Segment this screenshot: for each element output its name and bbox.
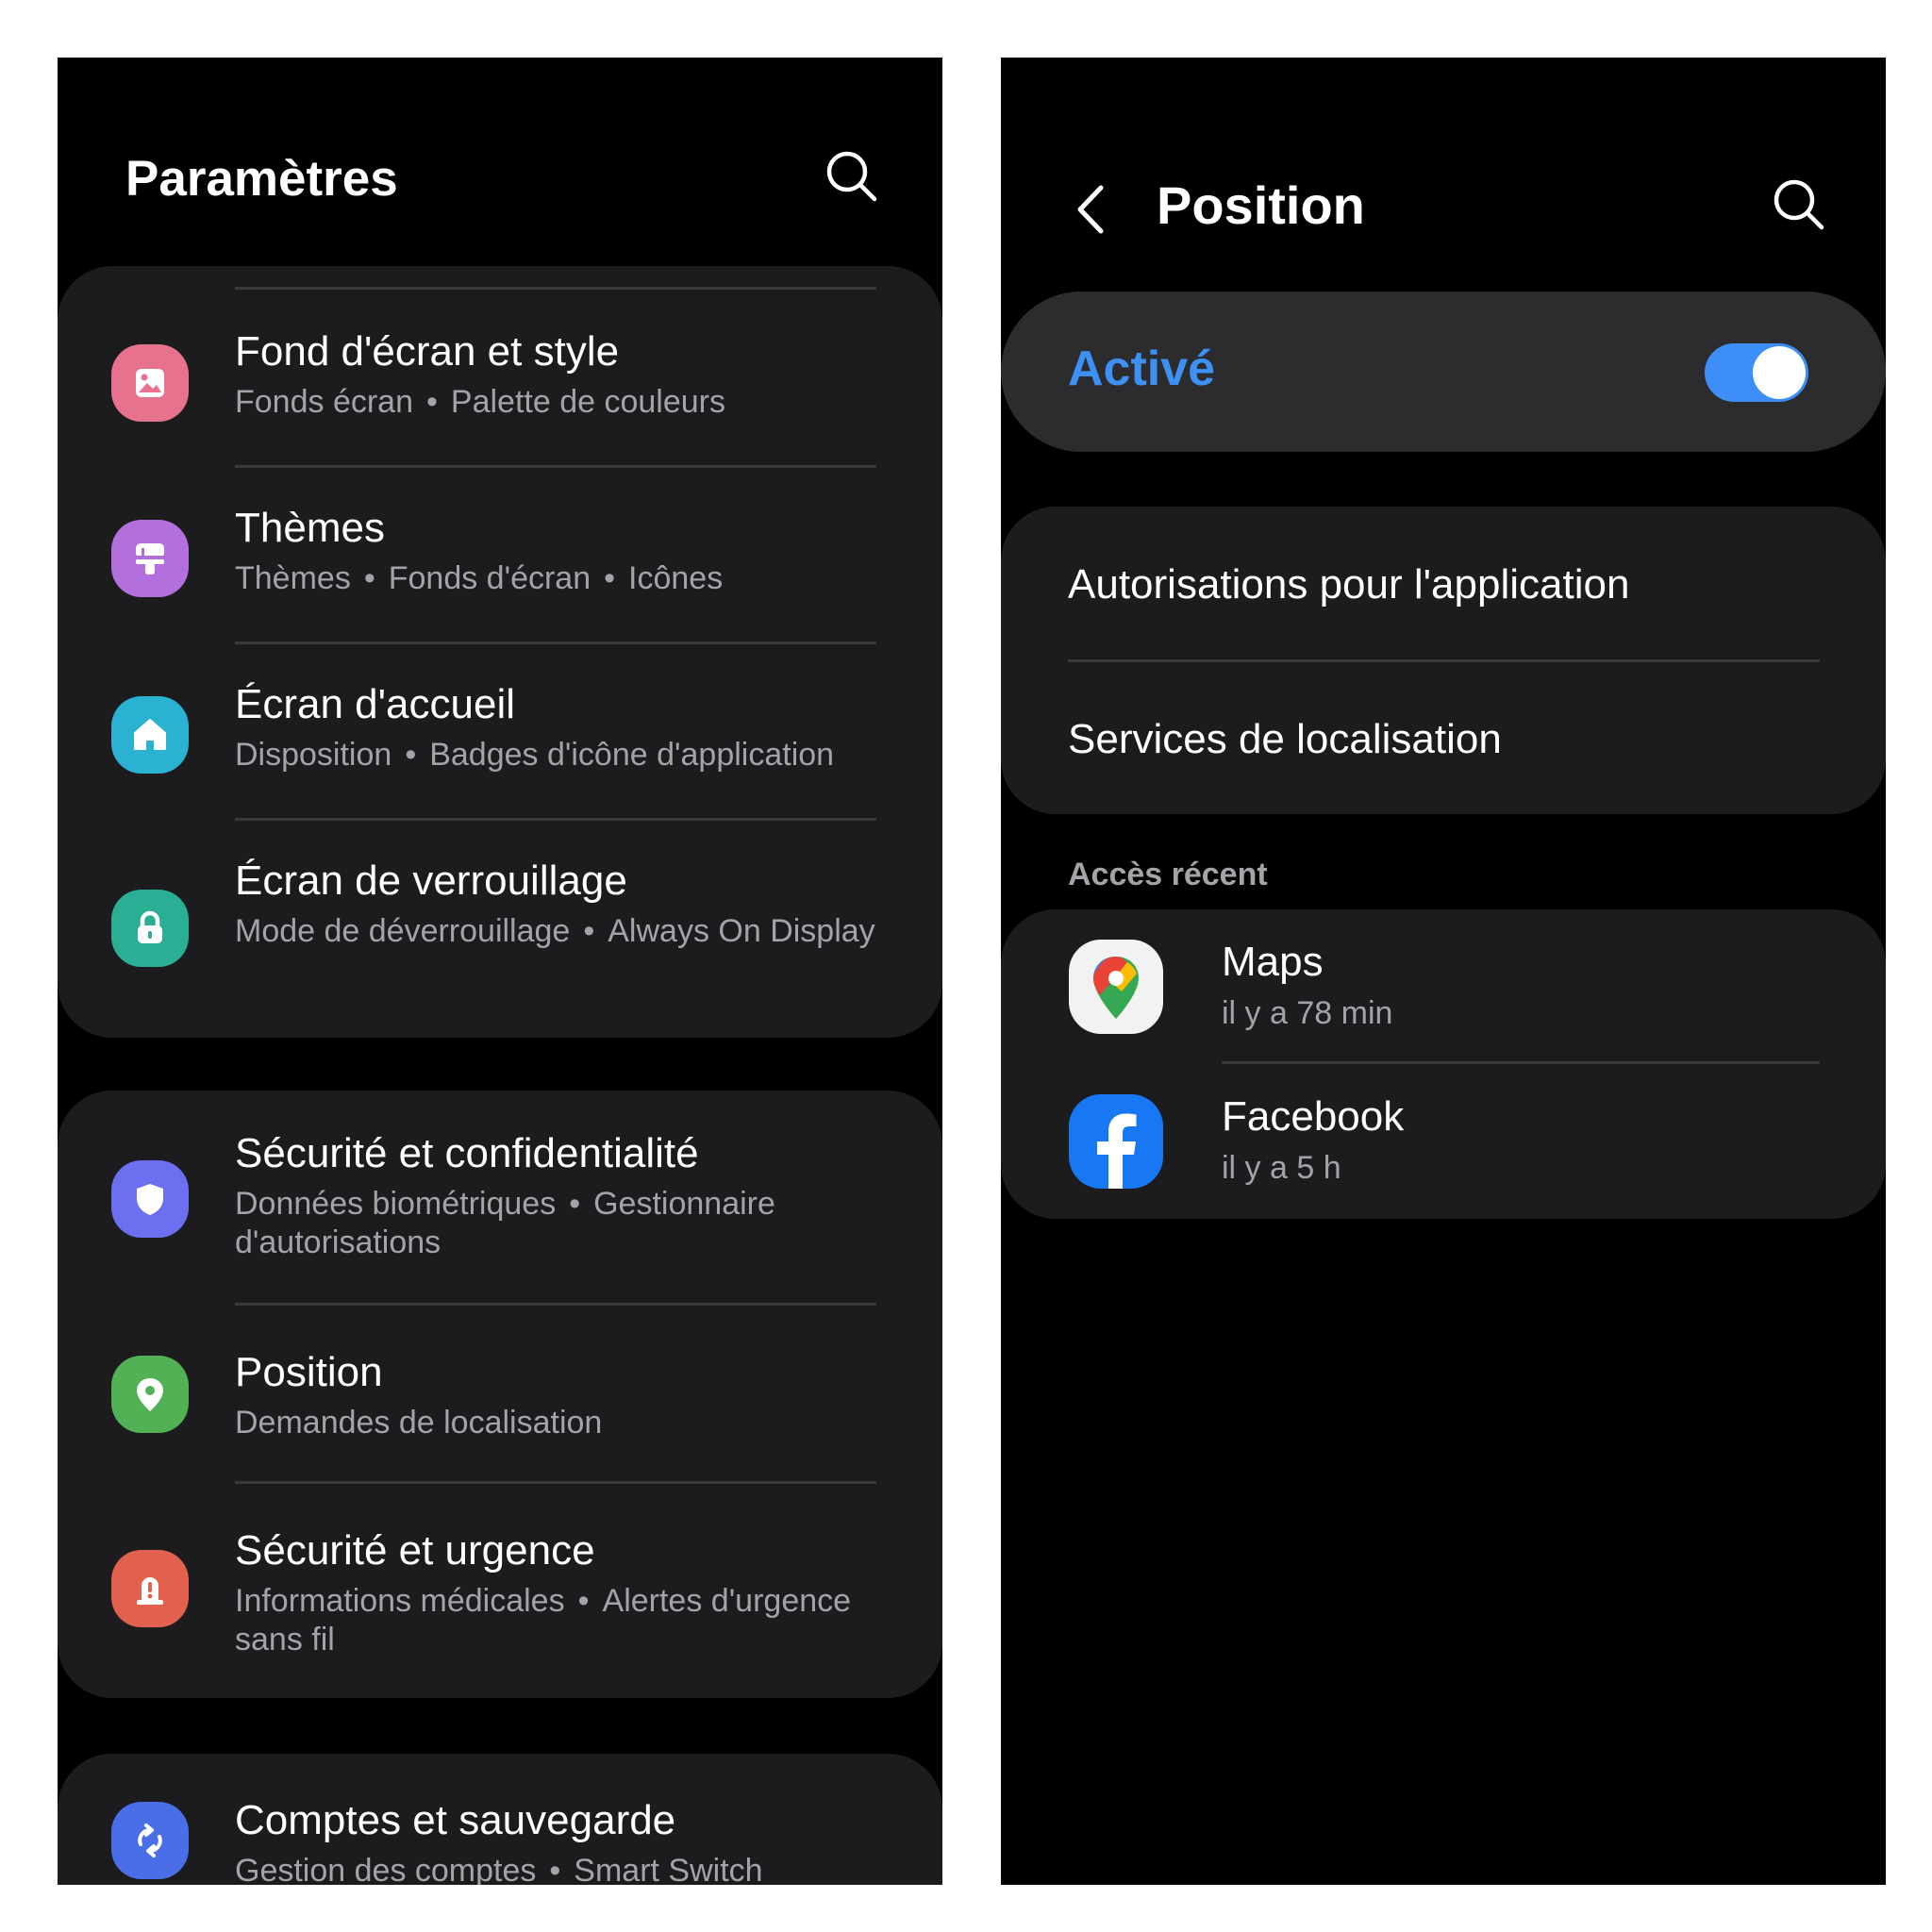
wallpaper-icon bbox=[111, 344, 189, 422]
lock-icon bbox=[111, 890, 189, 967]
item-subtitle: Disposition • Badges d'icône d'application bbox=[235, 737, 835, 773]
item-subtitle: Fonds écran • Palette de couleurs bbox=[235, 384, 725, 420]
settings-group-security: Sécurité et confidentialité Données biom… bbox=[58, 1091, 942, 1698]
recent-item-maps[interactable]: Maps il y a 78 min bbox=[1001, 909, 1886, 1064]
divider bbox=[235, 287, 876, 290]
switch-knob bbox=[1753, 346, 1806, 399]
page-title: Position bbox=[1157, 175, 1365, 235]
sync-icon bbox=[111, 1802, 189, 1879]
settings-group-accounts: Comptes et sauvegarde Gestion des compte… bbox=[58, 1754, 942, 1885]
settings-item-themes[interactable]: Thèmes Thèmes • Fonds d'écran • Icônes bbox=[58, 468, 942, 644]
location-screen: Position Activé Autorisations pour l'app… bbox=[1001, 58, 1886, 1885]
access-time: il y a 5 h bbox=[1222, 1150, 1341, 1186]
chevron-left-icon bbox=[1077, 185, 1104, 234]
settings-item-accounts-backup[interactable]: Comptes et sauvegarde Gestion des compte… bbox=[58, 1754, 942, 1885]
search-button[interactable] bbox=[1769, 175, 1829, 235]
home-icon bbox=[111, 696, 189, 774]
recent-access-card: Maps il y a 78 min Facebook il y a 5 h bbox=[1001, 909, 1886, 1219]
back-button[interactable] bbox=[1063, 176, 1120, 242]
location-options-card: Autorisations pour l'application Service… bbox=[1001, 507, 1886, 814]
item-title: Fond d'écran et style bbox=[235, 328, 620, 375]
item-title: Écran d'accueil bbox=[235, 681, 515, 727]
location-switch[interactable] bbox=[1705, 343, 1808, 402]
google-maps-icon bbox=[1069, 940, 1163, 1034]
item-subtitle: Informations médicales • Alertes d'urgence… bbox=[235, 1583, 852, 1657]
item-title: Sécurité et confidentialité bbox=[235, 1130, 699, 1176]
facebook-icon bbox=[1069, 1094, 1163, 1189]
item-subtitle: Thèmes • Fonds d'écran • Icônes bbox=[235, 560, 724, 596]
access-time: il y a 78 min bbox=[1222, 995, 1393, 1031]
emergency-icon bbox=[111, 1550, 189, 1627]
settings-item-lock-screen[interactable]: Écran de verrouillage Mode de déverrouil… bbox=[58, 821, 942, 1038]
item-subtitle: Gestion des comptes • Smart Switch bbox=[235, 1853, 763, 1885]
settings-item-wallpaper[interactable]: Fond d'écran et style Fonds écran • Palett… bbox=[58, 291, 942, 468]
settings-item-safety-emergency[interactable]: Sécurité et urgence Informations médical… bbox=[58, 1484, 942, 1698]
location-services-item[interactable]: Services de localisation bbox=[1068, 716, 1829, 763]
item-subtitle: Mode de déverrouillage • Always On Display bbox=[235, 913, 875, 949]
page-title: Paramètres bbox=[125, 151, 398, 207]
recent-item-facebook[interactable]: Facebook il y a 5 h bbox=[1001, 1064, 1886, 1219]
paint-brush-icon bbox=[111, 520, 189, 597]
item-title: Position bbox=[235, 1349, 383, 1395]
app-name: Maps bbox=[1222, 939, 1324, 985]
item-title: Comptes et sauvegarde bbox=[235, 1797, 676, 1843]
app-permissions-item[interactable]: Autorisations pour l'application bbox=[1068, 561, 1829, 608]
item-subtitle: Demandes de localisation bbox=[235, 1405, 603, 1441]
section-header-recent: Accès récent bbox=[1068, 857, 1268, 892]
shield-icon bbox=[111, 1160, 189, 1238]
search-button[interactable] bbox=[822, 146, 882, 207]
settings-group-personalization: Fond d'écran et style Fonds écran • Palett… bbox=[58, 266, 942, 1038]
item-title: Écran de verrouillage bbox=[235, 858, 627, 904]
settings-item-security-privacy[interactable]: Sécurité et confidentialité Données biom… bbox=[58, 1091, 942, 1306]
divider bbox=[1068, 659, 1820, 662]
app-name: Facebook bbox=[1222, 1093, 1405, 1140]
item-subtitle: Données biométriques • Gestionnaire d'auto… bbox=[235, 1186, 775, 1260]
settings-screen: Paramètres Fond d'écran et style Fonds é… bbox=[58, 58, 942, 1885]
search-icon bbox=[1774, 179, 1824, 230]
settings-item-location[interactable]: Position Demandes de localisation bbox=[58, 1306, 942, 1484]
search-icon bbox=[826, 151, 877, 202]
location-pin-icon bbox=[111, 1356, 189, 1433]
location-toggle-row[interactable]: Activé bbox=[1001, 291, 1886, 452]
settings-item-home-screen[interactable]: Écran d'accueil Disposition • Badges d'icô… bbox=[58, 644, 942, 821]
toggle-label: Activé bbox=[1068, 341, 1216, 396]
item-title: Sécurité et urgence bbox=[235, 1527, 595, 1574]
item-title: Thèmes bbox=[235, 505, 385, 551]
